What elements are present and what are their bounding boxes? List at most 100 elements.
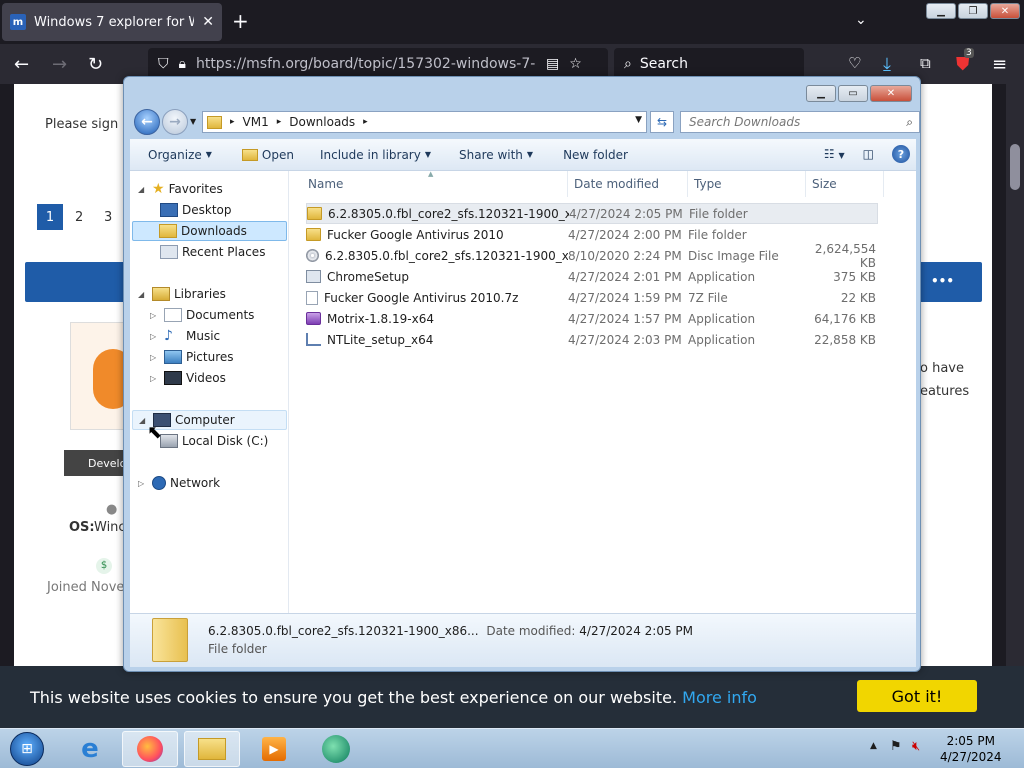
tracking-shield-icon[interactable]: ⛉ bbox=[158, 56, 169, 72]
forward-arrow-icon[interactable]: → bbox=[52, 54, 67, 75]
list-tabs-chevron-icon[interactable]: ⌄ bbox=[855, 12, 867, 28]
nav-music[interactable]: ▷ ♪ Music bbox=[150, 326, 220, 346]
ublock-icon[interactable]: ⛊ 3 bbox=[956, 48, 974, 75]
explorer-title-bar[interactable]: ▁ ▭ ✕ bbox=[124, 77, 920, 109]
column-type[interactable]: Type bbox=[688, 171, 806, 197]
nav-desktop[interactable]: Desktop bbox=[160, 200, 232, 220]
explorer-address-bar[interactable]: ▸ VM1 ▸ Downloads ▸ ▼ bbox=[202, 111, 647, 133]
page-2-button[interactable]: 2 bbox=[75, 210, 83, 225]
open-button[interactable]: Open bbox=[241, 148, 294, 162]
browser-tab[interactable]: m Windows 7 explorer for Window ✕ bbox=[2, 3, 222, 41]
nav-network[interactable]: ▷ Network bbox=[138, 473, 220, 493]
action-center-flag-icon[interactable]: ⚑ bbox=[890, 739, 902, 754]
nav-videos[interactable]: ▷ Videos bbox=[150, 368, 226, 388]
column-date-modified[interactable]: Date modified bbox=[568, 171, 688, 197]
file-row[interactable]: 6.2.8305.0.fbl_core2_sfs.120321-1900_x86… bbox=[306, 203, 878, 224]
reload-icon[interactable]: ↻ bbox=[88, 54, 103, 75]
user-avatar[interactable] bbox=[70, 322, 133, 430]
share-with-button[interactable]: Share with ▼ bbox=[459, 148, 533, 162]
file-name-cell[interactable]: ChromeSetup bbox=[306, 270, 568, 284]
scrollbar-thumb[interactable] bbox=[1010, 144, 1020, 190]
breadcrumb-downloads[interactable]: Downloads bbox=[289, 115, 355, 129]
downloads-icon[interactable]: ⤓ bbox=[883, 54, 891, 75]
breadcrumb-vm1[interactable]: VM1 bbox=[243, 115, 269, 129]
new-tab-button[interactable]: + bbox=[232, 10, 249, 32]
expand-arrow-icon[interactable]: ▷ bbox=[150, 353, 160, 362]
system-clock[interactable]: 2:05 PM 4/27/2024 bbox=[940, 733, 1002, 765]
explorer-maximize-icon[interactable]: ▭ bbox=[838, 85, 868, 102]
file-name-cell[interactable]: Fucker Google Antivirus 2010.7z bbox=[306, 290, 568, 305]
explorer-back-icon[interactable]: ← bbox=[134, 109, 160, 135]
explorer-forward-icon[interactable]: → bbox=[162, 109, 188, 135]
file-row[interactable]: NTLite_setup_x64 4/27/2024 2:03 PM Applica… bbox=[306, 329, 878, 350]
bookmark-star-icon[interactable]: ☆ bbox=[569, 56, 582, 72]
expand-arrow-icon[interactable]: ▷ bbox=[150, 374, 160, 383]
nav-libraries[interactable]: ◢ Libraries bbox=[138, 284, 226, 304]
column-name[interactable]: ▲ Name bbox=[290, 170, 568, 197]
taskbar-explorer[interactable] bbox=[184, 731, 240, 767]
change-view-icon[interactable]: ☷ ▼ bbox=[824, 147, 845, 161]
explorer-close-icon[interactable]: ✕ bbox=[870, 85, 912, 102]
start-button[interactable]: ⊞ bbox=[0, 731, 54, 767]
nav-pictures[interactable]: ▷ Pictures bbox=[150, 347, 234, 367]
file-row[interactable]: Fucker Google Antivirus 2010 4/27/2024 2:… bbox=[306, 224, 878, 245]
show-hidden-icons-icon[interactable]: ▲ bbox=[870, 741, 877, 751]
file-row[interactable]: ChromeSetup 4/27/2024 2:01 PM Application 3… bbox=[306, 266, 878, 287]
help-icon[interactable]: ? bbox=[892, 145, 910, 163]
recent-pages-chevron-icon[interactable]: ▼ bbox=[190, 117, 196, 126]
file-row[interactable]: Fucker Google Antivirus 2010.7z 4/27/2024… bbox=[306, 287, 878, 308]
extensions-icon[interactable]: ⧉ bbox=[920, 54, 931, 72]
close-tab-icon[interactable]: ✕ bbox=[202, 14, 214, 30]
file-name-cell[interactable]: 6.2.8305.0.fbl_core2_sfs.120321-1900_x86… bbox=[307, 207, 569, 221]
file-name-cell[interactable]: 6.2.8305.0.fbl_core2_sfs.120321-1900_x86… bbox=[306, 249, 568, 263]
page-3-button[interactable]: 3 bbox=[104, 210, 112, 225]
url-text[interactable]: https://msfn.org/board/topic/157302-wind… bbox=[196, 56, 536, 72]
new-folder-button[interactable]: New folder bbox=[563, 148, 628, 162]
explorer-refresh-icon[interactable]: ⇆ bbox=[650, 111, 674, 133]
reader-view-icon[interactable]: ▤ bbox=[546, 56, 559, 72]
taskbar-ie[interactable]: e bbox=[62, 731, 118, 767]
sign-in-text[interactable]: Please sign in bbox=[45, 117, 134, 132]
nav-documents[interactable]: ▷ Documents bbox=[150, 305, 254, 325]
taskbar-app[interactable] bbox=[308, 731, 364, 767]
got-it-button[interactable]: Got it! bbox=[857, 680, 977, 712]
taskbar-media-player[interactable]: ▶ bbox=[246, 731, 302, 767]
back-arrow-icon[interactable]: ← bbox=[14, 54, 29, 75]
collapse-arrow-icon[interactable]: ◢ bbox=[138, 290, 148, 299]
file-row[interactable]: 6.2.8305.0.fbl_core2_sfs.120321-1900_x86… bbox=[306, 242, 878, 270]
nav-recent-places[interactable]: Recent Places bbox=[160, 242, 265, 262]
volume-muted-icon[interactable]: 🔇︎ bbox=[912, 739, 920, 754]
file-row[interactable]: Motrix-1.8.19-x64 4/27/2024 1:57 PM Applic… bbox=[306, 308, 878, 329]
taskbar-firefox[interactable] bbox=[122, 731, 178, 767]
file-name-cell[interactable]: NTLite_setup_x64 bbox=[306, 333, 568, 347]
expand-arrow-icon[interactable]: ▷ bbox=[138, 479, 148, 488]
restore-icon[interactable]: ❐ bbox=[958, 3, 988, 19]
breadcrumb-arrow-icon[interactable]: ▸ bbox=[230, 117, 235, 127]
page-1-button[interactable]: 1 bbox=[37, 204, 63, 230]
close-icon[interactable]: ✕ bbox=[990, 3, 1020, 19]
lock-icon[interactable]: 🔒︎ bbox=[179, 56, 186, 72]
nav-favorites[interactable]: ◢ ★ Favorites bbox=[138, 179, 223, 199]
breadcrumb-arrow-icon[interactable]: ▸ bbox=[363, 117, 368, 127]
minimize-icon[interactable]: ▁ bbox=[926, 3, 956, 19]
collapse-arrow-icon[interactable]: ◢ bbox=[138, 185, 148, 194]
page-scrollbar[interactable] bbox=[1006, 84, 1024, 666]
nav-local-disk[interactable]: Local Disk (C:) bbox=[160, 431, 268, 451]
include-in-library-button[interactable]: Include in library ▼ bbox=[320, 148, 431, 162]
preview-pane-icon[interactable]: ◫ bbox=[863, 147, 874, 161]
file-name-cell[interactable]: Fucker Google Antivirus 2010 bbox=[306, 228, 568, 242]
expand-arrow-icon[interactable]: ▷ bbox=[150, 332, 160, 341]
column-size[interactable]: Size bbox=[806, 171, 884, 197]
expand-arrow-icon[interactable]: ▷ bbox=[150, 311, 160, 320]
explorer-minimize-icon[interactable]: ▁ bbox=[806, 85, 836, 102]
breadcrumb-arrow-icon[interactable]: ▸ bbox=[277, 117, 282, 127]
pocket-icon[interactable]: ♡ bbox=[848, 54, 861, 72]
menu-hamburger-icon[interactable]: ≡ bbox=[992, 54, 1007, 75]
file-name-cell[interactable]: Motrix-1.8.19-x64 bbox=[306, 312, 568, 326]
post-options-icon[interactable]: ••• bbox=[931, 274, 954, 288]
nav-downloads[interactable]: Downloads bbox=[132, 221, 287, 241]
address-dropdown-icon[interactable]: ▼ bbox=[635, 115, 642, 125]
organize-button[interactable]: Organize ▼ bbox=[148, 148, 212, 162]
search-downloads-input[interactable]: Search Downloads ⌕ bbox=[680, 111, 920, 133]
more-info-link[interactable]: More info bbox=[682, 688, 757, 707]
